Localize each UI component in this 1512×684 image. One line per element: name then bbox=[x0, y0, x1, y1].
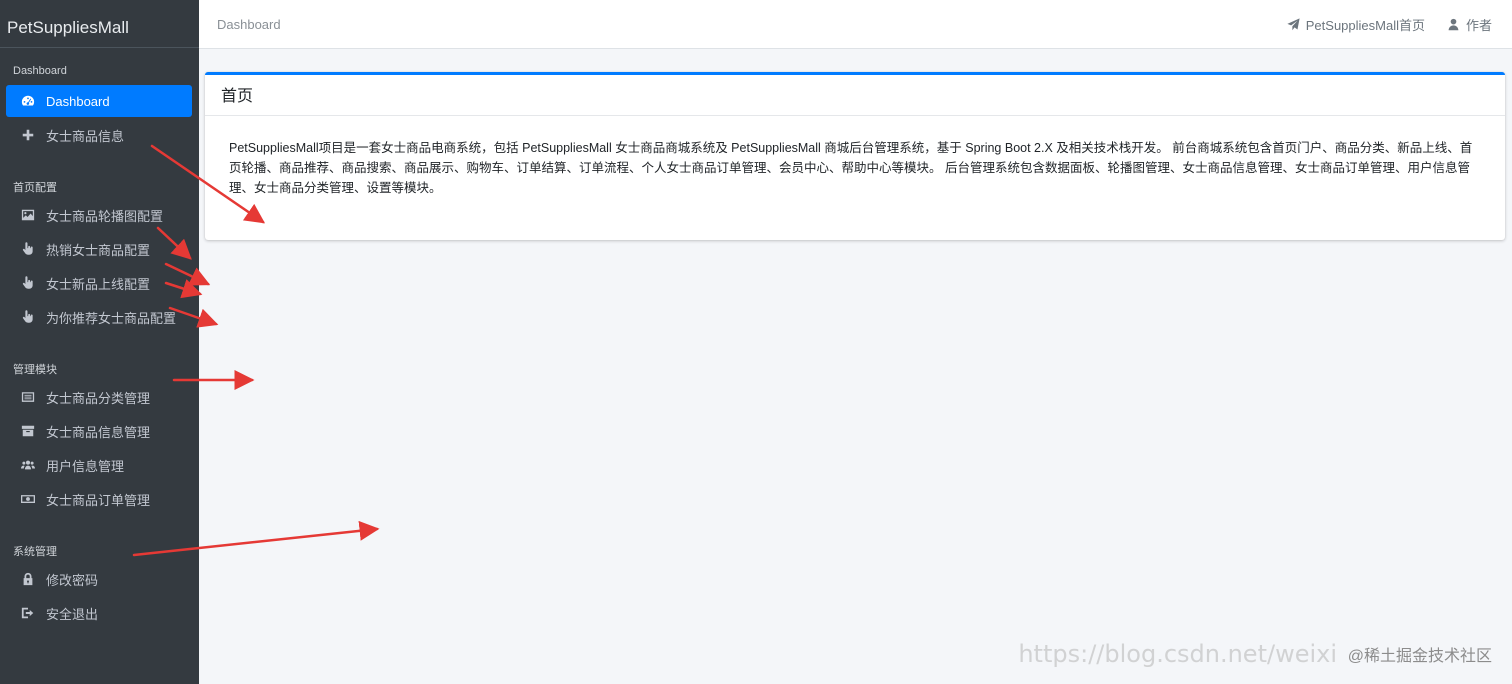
nav-header-dashboard: Dashboard bbox=[13, 65, 67, 77]
card-title: 首页 bbox=[205, 75, 1505, 116]
nav-header-home-config: 首页配置 bbox=[13, 182, 57, 194]
sidebar-item-label: Dashboard bbox=[46, 93, 110, 109]
home-link[interactable]: PetSuppliesMall首页 bbox=[1287, 15, 1425, 34]
plus-icon bbox=[20, 127, 36, 143]
card-body-text: PetSuppliesMall项目是一套女士商品电商系统，包括 PetSuppl… bbox=[229, 141, 1473, 195]
money-icon bbox=[20, 491, 36, 507]
sidebar-item-label: 为你推荐女士商品配置 bbox=[46, 310, 177, 326]
brand-logo[interactable]: PetSuppliesMall bbox=[0, 0, 199, 48]
hand-pointer-icon bbox=[20, 241, 36, 257]
sidebar-item-dashboard[interactable]: Dashboard bbox=[6, 85, 192, 117]
sidebar-item-logout[interactable]: 安全退出 bbox=[6, 597, 192, 629]
dashboard-icon bbox=[20, 93, 36, 109]
breadcrumb[interactable]: Dashboard bbox=[217, 17, 281, 32]
home-card: 首页 PetSuppliesMall项目是一套女士商品电商系统，包括 PetSu… bbox=[205, 72, 1505, 240]
watermark-url: https://blog.csdn.net/weixi bbox=[1018, 640, 1337, 668]
sidebar-item-label: 女士商品分类管理 bbox=[46, 390, 151, 406]
sidebar-item-recommend-config[interactable]: 为你推荐女士商品配置 bbox=[6, 301, 192, 333]
sidebar-item-category-manage[interactable]: 女士商品分类管理 bbox=[6, 381, 192, 413]
list-icon bbox=[20, 389, 36, 405]
sidebar-item-new-config[interactable]: 女士新品上线配置 bbox=[6, 267, 192, 299]
sidebar-item-label: 女士商品订单管理 bbox=[46, 492, 151, 508]
lock-icon bbox=[20, 571, 36, 587]
sidebar-item-label: 修改密码 bbox=[46, 572, 99, 588]
sidebar-item-carousel-config[interactable]: 女士商品轮播图配置 bbox=[6, 199, 192, 231]
nav-header-management: 管理模块 bbox=[13, 364, 57, 376]
image-icon bbox=[20, 207, 36, 223]
author-link-label: 作者 bbox=[1465, 17, 1492, 33]
sidebar-item-label: 女士商品轮播图配置 bbox=[46, 208, 164, 224]
sidebar-item-product-info[interactable]: 女士商品信息 bbox=[6, 119, 192, 151]
nav-header-system: 系统管理 bbox=[13, 546, 57, 558]
sidebar-item-label: 女士商品信息管理 bbox=[46, 424, 151, 440]
archive-icon bbox=[20, 423, 36, 439]
top-right-links: PetSuppliesMall首页 作者 bbox=[1265, 15, 1492, 34]
sidebar-item-product-manage[interactable]: 女士商品信息管理 bbox=[6, 415, 192, 447]
sidebar-item-label: 女士商品信息 bbox=[46, 128, 125, 144]
sidebar-item-label: 热销女士商品配置 bbox=[46, 242, 151, 258]
sidebar-item-hot-config[interactable]: 热销女士商品配置 bbox=[6, 233, 192, 265]
user-icon bbox=[1448, 18, 1459, 30]
users-icon bbox=[20, 457, 36, 473]
sidebar-item-change-password[interactable]: 修改密码 bbox=[6, 563, 192, 595]
top-navbar: Dashboard PetSuppliesMall首页 作者 bbox=[199, 0, 1512, 49]
sidebar-item-label: 女士新品上线配置 bbox=[46, 276, 151, 292]
home-link-label: PetSuppliesMall首页 bbox=[1305, 17, 1425, 33]
hand-pointer-icon bbox=[20, 309, 36, 325]
hand-pointer-icon bbox=[20, 275, 36, 291]
sign-out-icon bbox=[20, 605, 36, 621]
sidebar-item-order-manage[interactable]: 女士商品订单管理 bbox=[6, 483, 192, 515]
watermark-label: @稀土掘金技术社区 bbox=[1347, 648, 1492, 665]
author-link[interactable]: 作者 bbox=[1447, 15, 1492, 34]
sidebar-item-label: 安全退出 bbox=[46, 606, 99, 622]
sidebar-item-label: 用户信息管理 bbox=[46, 458, 125, 474]
paper-plane-icon bbox=[1287, 17, 1300, 30]
sidebar-item-user-manage[interactable]: 用户信息管理 bbox=[6, 449, 192, 481]
sidebar: PetSuppliesMall Dashboard Dashboard 女士商品… bbox=[0, 0, 199, 684]
